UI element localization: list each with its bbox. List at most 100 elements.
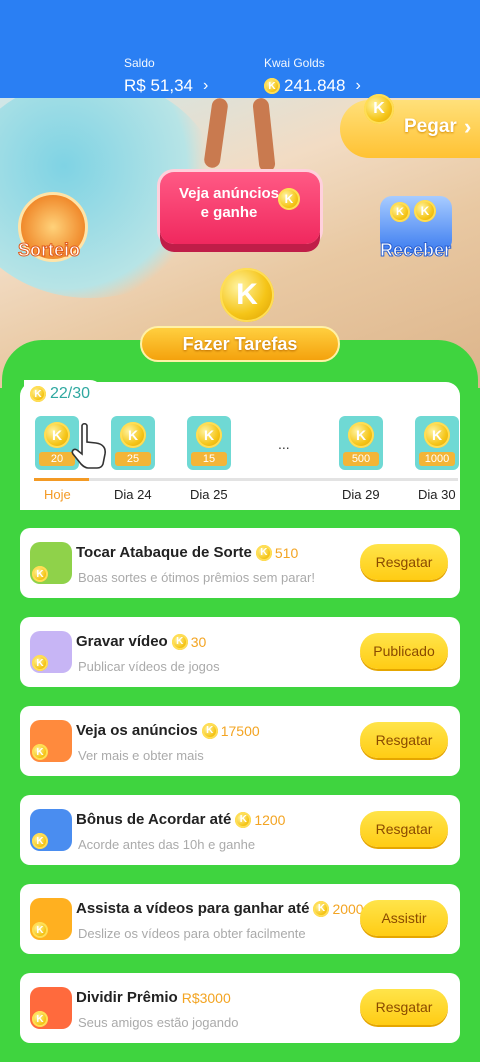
task-subtitle: Boas sortes e ótimos prêmios sem parar! [78, 570, 315, 585]
saldo-balance[interactable]: Saldo R$ 51,34 › [124, 56, 208, 96]
task-reward: K 510 [255, 544, 299, 561]
saldo-label: Saldo [124, 56, 155, 70]
kwai-coin-icon: K [32, 744, 48, 760]
task-reward: K 1200 [235, 811, 285, 828]
kwai-coin-icon: K [424, 422, 450, 448]
kwai-coin-icon: K [32, 566, 48, 582]
watch-ads-button[interactable]: Veja anúncios e ganhe K [160, 172, 320, 244]
task-title: Tocar Atabaque de Sorte [76, 544, 252, 561]
day-reward-30[interactable]: K 1000 [415, 416, 459, 470]
kwai-big-coin-icon: K [220, 268, 274, 322]
receber-label[interactable]: Receber [379, 240, 451, 261]
task-reward: K 30 [171, 633, 207, 650]
sorteio-label[interactable]: Sorteio [17, 240, 80, 261]
task-title-row: Gravar vídeo K 30 [76, 633, 206, 650]
task-title: Assista a vídeos para ganhar até [76, 900, 310, 917]
chevron-right-icon: › [203, 77, 209, 94]
kwai-coin-icon: K [201, 722, 218, 739]
fazer-tarefas-banner: Fazer Tarefas [140, 326, 340, 362]
task-title: Veja os anúncios [76, 722, 198, 739]
kwai-coin-icon: K [278, 188, 300, 210]
task-reward-value: 510 [274, 544, 299, 561]
task-title: Dividir Prêmio [76, 989, 178, 1006]
task-title-row: Bônus de Acordar até K 1200 [76, 811, 285, 828]
task-action-button[interactable]: Resgatar [360, 989, 448, 1025]
kwai-coin-icon: K [32, 833, 48, 849]
day-reward-amount: 15 [191, 452, 227, 466]
day-reward-29[interactable]: K 500 [339, 416, 383, 470]
tv-icon: K [30, 720, 72, 762]
task-action-button[interactable]: Assistir [360, 900, 448, 936]
kwai-coin-icon: K [32, 1011, 48, 1027]
kwai-coin-icon: K [313, 900, 330, 917]
task-title-row: Veja os anúncios K 17500 [76, 722, 260, 739]
kwai-coin-icon: K [30, 386, 46, 402]
task-reward-value: 30 [190, 633, 207, 650]
kwai-coin-icon: K [414, 200, 436, 222]
drum-icon: K [30, 542, 72, 584]
task-subtitle: Seus amigos estão jogando [78, 1015, 239, 1030]
task-reward: K 17500 [201, 722, 260, 739]
task-subtitle: Ver mais e obter mais [78, 748, 204, 763]
moon-icon: K [30, 809, 72, 851]
task-subtitle: Publicar vídeos de jogos [78, 659, 220, 674]
task-reward-value: 17500 [220, 722, 260, 739]
day-reward-amount: 500 [343, 452, 379, 466]
pegar-label: Pegar [404, 116, 457, 137]
character-legs [200, 98, 290, 178]
task-card: K Tocar Atabaque de Sorte K 510 Boas sor… [20, 528, 460, 598]
video-camera-icon: K [30, 898, 72, 940]
task-card: K Veja os anúncios K 17500 Ver mais e ob… [20, 706, 460, 776]
task-subtitle: Deslize os vídeos para obter facilmente [78, 926, 306, 941]
task-reward-value: R$3000 [181, 989, 231, 1006]
checkin-progress-track [34, 478, 458, 481]
day-reward-25[interactable]: K 15 [187, 416, 231, 470]
fazer-tarefas-label: Fazer Tarefas [182, 334, 298, 354]
task-card: K Dividir Prêmio R$3000 Seus amigos estã… [20, 973, 460, 1043]
camera-icon: K [30, 631, 72, 673]
top-balance-bar: Saldo R$ 51,34 › Kwai Golds K 241.848 › [0, 0, 480, 98]
task-title-row: Assista a vídeos para ganhar até K 2000 [76, 900, 364, 917]
kwai-coin-icon: K [32, 655, 48, 671]
kwai-coin-icon: K [390, 202, 410, 222]
day-label-30: Dia 30 [418, 487, 456, 502]
day-label-29: Dia 29 [342, 487, 380, 502]
kwai-coin-icon: K [196, 422, 222, 448]
gift-icon: K [30, 987, 72, 1029]
task-card: K Gravar vídeo K 30 Publicar vídeos de j… [20, 617, 460, 687]
task-action-button[interactable]: Resgatar [360, 722, 448, 758]
task-title-row: Tocar Atabaque de Sorte K 510 [76, 544, 298, 561]
day-label-24: Dia 24 [114, 487, 152, 502]
hand-pointer-icon [71, 422, 106, 469]
kwai-golds-value: 241.848 [284, 76, 346, 95]
task-action-button[interactable]: Publicado [360, 633, 448, 669]
kwai-golds-label: Kwai Golds [264, 56, 325, 70]
day-reward-24[interactable]: K 25 [111, 416, 155, 470]
day-reward-amount: 1000 [419, 452, 455, 466]
more-days-ellipsis: ... [278, 436, 290, 452]
task-card: K Bônus de Acordar até K 1200 Acorde ant… [20, 795, 460, 865]
chevron-right-icon: › [464, 114, 472, 139]
task-action-button[interactable]: Resgatar [360, 811, 448, 847]
kwai-coin-icon: K [32, 922, 48, 938]
kwai-coin-icon: K [235, 811, 252, 828]
watch-ads-label: Veja anúncios e ganhe [178, 185, 280, 221]
kwai-golds-balance[interactable]: Kwai Golds K 241.848 › [264, 56, 361, 96]
checkin-progress-fill [34, 478, 90, 481]
pegar-button[interactable]: K Pegar › [340, 94, 480, 158]
task-action-button[interactable]: Resgatar [360, 544, 448, 580]
day-label-today: Hoje [44, 487, 71, 502]
task-title: Gravar vídeo [76, 633, 168, 650]
task-reward-value: 2000 [332, 900, 364, 917]
day-label-25: Dia 25 [190, 487, 228, 502]
task-title: Bônus de Acordar até [76, 811, 232, 828]
kwai-coin-icon: K [255, 544, 272, 561]
kwai-coin-icon: K [264, 78, 280, 94]
task-subtitle: Acorde antes das 10h e ganhe [78, 837, 256, 852]
checkin-count: 22/30 [50, 385, 91, 402]
saldo-value: R$ 51,34 [124, 76, 193, 95]
task-reward: R$3000 [182, 990, 231, 1006]
task-card: K Assista a vídeos para ganhar até K 200… [20, 884, 460, 954]
chevron-right-icon: › [355, 77, 361, 94]
task-title-row: Dividir Prêmio R$3000 [76, 989, 231, 1006]
